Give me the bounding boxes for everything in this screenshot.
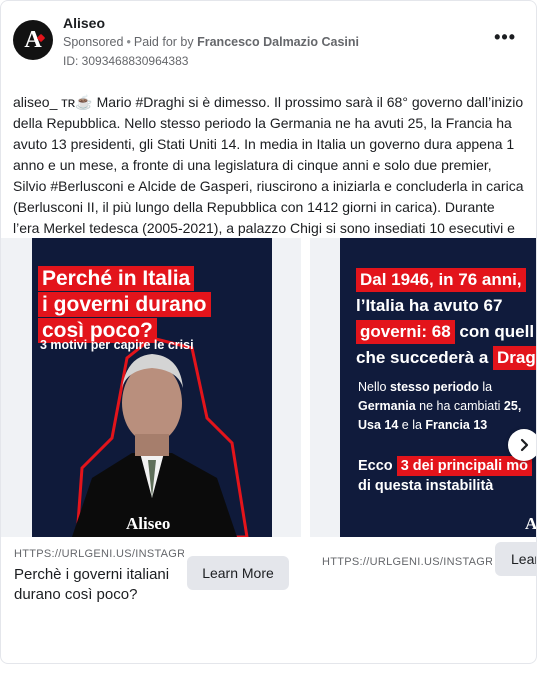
learn-more-button-2[interactable]: Learn — [495, 542, 536, 576]
card-2-image-title: Dal 1946, in 76 anni, l’Italia ha avuto … — [356, 268, 536, 372]
card-1-title-line-2: i governi durano — [38, 292, 211, 317]
card-image-1[interactable]: Perché in Italia i governi durano così p… — [1, 238, 301, 537]
sponsored-line: Sponsored • Paid for by Francesco Dalmazio… — [63, 35, 359, 49]
ad-card: A Aliseo Sponsored • Paid for by Francesco… — [0, 0, 537, 664]
card-2-title-line-3-highlight: governi: 68 — [356, 320, 455, 344]
card-2-image-ecco: Ecco 3 dei principali mo di questa insta… — [358, 456, 532, 496]
card-2-body-3a: Usa 14 — [358, 418, 399, 432]
card-1-url[interactable]: HTTPS://URLGENI.US/INSTAGR — [14, 548, 184, 560]
card-2-url[interactable]: HTTPS://URLGENI.US/INSTAGR — [322, 556, 492, 568]
card-2-image-body: Nello stesso periodo la Germania ne ha c… — [358, 378, 521, 435]
card-2-body-2c: 25, — [503, 399, 522, 413]
card-2-body-3c: Francia 13 — [425, 418, 488, 432]
sponsored-label: Sponsored — [63, 35, 124, 49]
card-1-brand-logo: Aliseo — [126, 514, 171, 533]
card-2-body-1b: stesso periodo — [389, 380, 479, 394]
card-1-image-subtitle: 3 motivi per capire le crisi — [40, 338, 194, 352]
carousel-card-2[interactable]: Dal 1946, in 76 anni, l’Italia ha avuto … — [310, 238, 537, 576]
carousel-card-1[interactable]: Perché in Italia i governi durano così p… — [1, 238, 301, 603]
card-2-body-2b: ne ha cambiati — [415, 399, 504, 413]
card-2-body-1c: la — [478, 380, 493, 394]
ad-body-text: aliseo_ ᴛʀ☕ Mario #Draghi si è dimesso. … — [13, 94, 524, 257]
payer-name: Francesco Dalmazio Casini — [197, 35, 359, 49]
card-2-body-2a: Germania — [358, 399, 416, 413]
card-2-title-line-2: l’Italia ha avuto 67 — [356, 296, 503, 315]
card-2-title-line-3-rest: con quell — [454, 322, 535, 341]
card-2-ecco-2: di questa instabilità — [358, 478, 494, 494]
learn-more-button[interactable]: Learn More — [187, 556, 289, 590]
card-2-title-line-4-rest: che succederà a — [356, 348, 494, 367]
chevron-right-icon[interactable] — [508, 429, 536, 461]
page-name[interactable]: Aliseo — [63, 15, 105, 31]
card-2-ecco-a: Ecco — [358, 458, 397, 474]
card-1-image-title: Perché in Italia i governi durano così p… — [38, 266, 211, 344]
card-1-headline[interactable]: Perchè i governi italiani durano così po… — [14, 565, 189, 605]
ad-id: ID: 3093468830964383 — [63, 54, 189, 68]
card-image-2[interactable]: Dal 1946, in 76 anni, l’Italia ha avuto … — [310, 238, 537, 537]
ad-header: A Aliseo Sponsored • Paid for by Francesco… — [1, 1, 536, 81]
card-2-brand-logo: A — [525, 514, 537, 533]
card-image-2-artwork: Dal 1946, in 76 anni, l’Italia ha avuto … — [340, 238, 537, 537]
card-2-title-line-4-highlight: Drag — [493, 346, 536, 370]
card-2-ecco-highlight: 3 dei principali mo — [396, 456, 532, 476]
card-2-title-line-1: Dal 1946, in 76 anni, — [356, 268, 526, 292]
card-2-body-3b: e la — [398, 418, 426, 432]
carousel: Perché in Italia i governi durano così p… — [1, 238, 537, 618]
card-image-1-artwork: Perché in Italia i governi durano così p… — [32, 238, 272, 537]
card-2-body-1a: Nello — [358, 380, 390, 394]
avatar[interactable]: A — [13, 20, 53, 60]
card-1-title-line-1: Perché in Italia — [38, 266, 195, 291]
paid-for-label: Paid for by — [133, 35, 194, 49]
more-options-icon[interactable]: ••• — [494, 27, 516, 48]
